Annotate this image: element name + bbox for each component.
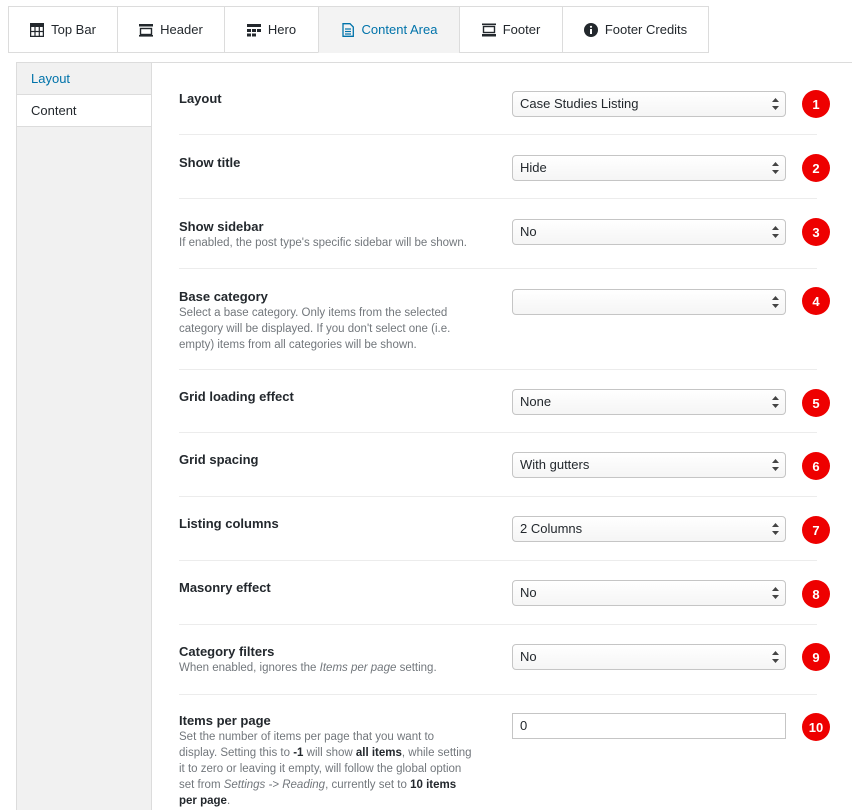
callout-badge: 8 bbox=[802, 580, 830, 608]
callout-badge: 10 bbox=[802, 713, 830, 741]
setting-description: Set the number of items per page that yo… bbox=[179, 731, 472, 807]
footer-icon bbox=[481, 23, 496, 37]
setting-description: When enabled, ignores the Items per page… bbox=[179, 662, 437, 674]
setting-row-category-filters: Category filters When enabled, ignores t… bbox=[179, 625, 817, 695]
grid-table-icon bbox=[30, 22, 45, 37]
tab-label: Hero bbox=[267, 22, 297, 37]
callout-badge: 3 bbox=[802, 218, 830, 246]
tab-label: Header bbox=[160, 22, 203, 37]
callout-badge: 9 bbox=[802, 643, 830, 671]
info-icon bbox=[583, 22, 598, 37]
setting-row-masonry-effect: Masonry effect No bbox=[179, 561, 817, 625]
settings-panel: Layout Content Layout Case Studies Listi… bbox=[16, 62, 852, 810]
select-arrows-icon bbox=[772, 296, 779, 308]
setting-label: Grid loading effect bbox=[179, 389, 294, 404]
select-value: With gutters bbox=[520, 457, 590, 472]
setting-label: Masonry effect bbox=[179, 580, 271, 595]
select-arrows-icon bbox=[772, 98, 779, 110]
select-value: Hide bbox=[520, 160, 547, 175]
tab-top-bar[interactable]: Top Bar bbox=[8, 6, 117, 53]
items-per-page-input[interactable]: 0 bbox=[512, 713, 786, 739]
callout-badge: 2 bbox=[802, 154, 830, 182]
subnav-item-content[interactable]: Content bbox=[17, 95, 151, 127]
setting-row-grid-spacing: Grid spacing With gutters bbox=[179, 433, 817, 497]
setting-row-listing-columns: Listing columns 2 Columns bbox=[179, 497, 817, 561]
tab-footer[interactable]: Footer bbox=[459, 6, 562, 53]
select-arrows-icon bbox=[772, 396, 779, 408]
setting-label: Show title bbox=[179, 155, 241, 170]
base-category-select[interactable] bbox=[512, 289, 786, 315]
settings-content: Layout Case Studies Listing 1 Show title… bbox=[151, 63, 852, 810]
select-value: No bbox=[520, 649, 537, 664]
select-arrows-icon bbox=[772, 459, 779, 471]
header-icon bbox=[139, 23, 154, 37]
show-sidebar-select[interactable]: No bbox=[512, 219, 786, 245]
tab-label: Top Bar bbox=[51, 22, 96, 37]
show-title-select[interactable]: Hide bbox=[512, 155, 786, 181]
grid-loading-effect-select[interactable]: None bbox=[512, 389, 786, 415]
tab-label: Footer Credits bbox=[604, 22, 688, 37]
setting-description: Select a base category. Only items from … bbox=[179, 307, 451, 351]
callout-badge: 6 bbox=[802, 452, 830, 480]
tab-content-area[interactable]: Content Area bbox=[318, 6, 459, 53]
listing-columns-select[interactable]: 2 Columns bbox=[512, 516, 786, 542]
setting-row-base-category: Base category Select a base category. On… bbox=[179, 269, 817, 370]
select-value: 2 Columns bbox=[520, 521, 583, 536]
setting-label: Grid spacing bbox=[179, 452, 259, 467]
setting-label: Listing columns bbox=[179, 516, 279, 531]
setting-label: Category filters bbox=[179, 644, 275, 659]
top-tab-bar: Top Bar Header Hero Content Area Footer … bbox=[8, 6, 709, 53]
document-icon bbox=[341, 22, 355, 37]
masonry-effect-select[interactable]: No bbox=[512, 580, 786, 606]
tab-header[interactable]: Header bbox=[117, 6, 224, 53]
select-value: None bbox=[520, 394, 552, 409]
setting-label: Layout bbox=[179, 91, 222, 106]
callout-badge: 7 bbox=[802, 516, 830, 544]
tab-label: Content Area bbox=[361, 22, 438, 37]
category-filters-select[interactable]: No bbox=[512, 644, 786, 670]
setting-row-show-title: Show title Hide bbox=[179, 135, 817, 199]
select-arrows-icon bbox=[772, 226, 779, 238]
subnav-item-layout[interactable]: Layout bbox=[17, 63, 151, 95]
layout-select[interactable]: Case Studies Listing bbox=[512, 91, 786, 117]
sub-navigation: Layout Content bbox=[17, 63, 151, 127]
setting-label: Base category bbox=[179, 289, 268, 304]
setting-description: If enabled, the post type's specific sid… bbox=[179, 237, 467, 249]
grid-spacing-select[interactable]: With gutters bbox=[512, 452, 786, 478]
setting-row-show-sidebar: Show sidebar If enabled, the post type's… bbox=[179, 199, 817, 269]
select-value: No bbox=[520, 224, 537, 239]
select-arrows-icon bbox=[772, 651, 779, 663]
setting-row-layout: Layout Case Studies Listing bbox=[179, 63, 817, 135]
select-value: Case Studies Listing bbox=[520, 96, 639, 111]
callout-badge: 5 bbox=[802, 389, 830, 417]
select-value: No bbox=[520, 585, 537, 600]
callout-badge: 1 bbox=[802, 90, 830, 118]
tab-hero[interactable]: Hero bbox=[224, 6, 318, 53]
tab-label: Footer bbox=[502, 22, 541, 37]
select-arrows-icon bbox=[772, 162, 779, 174]
tab-footer-credits[interactable]: Footer Credits bbox=[562, 6, 709, 53]
select-arrows-icon bbox=[772, 523, 779, 535]
setting-row-items-per-page: Items per page Set the number of items p… bbox=[179, 695, 817, 810]
hero-grid-icon bbox=[246, 23, 261, 37]
callout-badge: 4 bbox=[802, 287, 830, 315]
setting-row-grid-loading-effect: Grid loading effect None bbox=[179, 370, 817, 433]
setting-label: Show sidebar bbox=[179, 219, 264, 234]
select-arrows-icon bbox=[772, 587, 779, 599]
setting-label: Items per page bbox=[179, 713, 271, 728]
